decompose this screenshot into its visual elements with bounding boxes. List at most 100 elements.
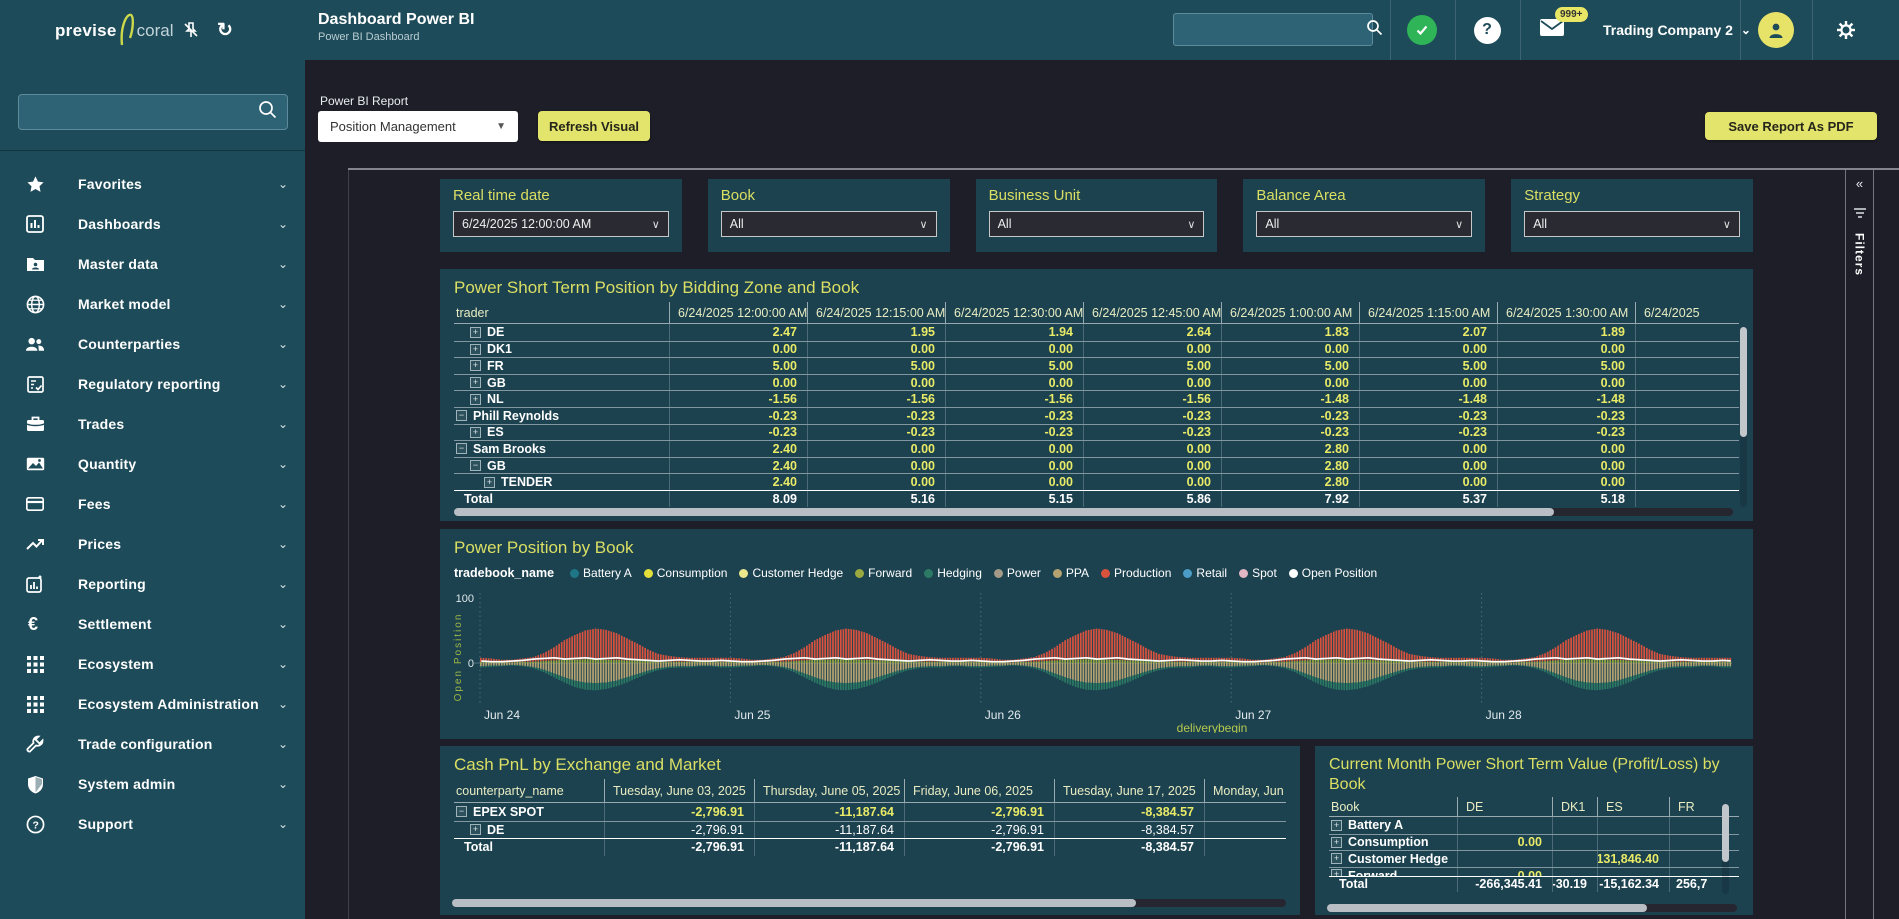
table-row[interactable]: +ES-0.23-0.23-0.23-0.23-0.23-0.23-0.23: [454, 424, 1739, 441]
refresh-visual-button[interactable]: Refresh Visual: [538, 111, 650, 141]
chart-plot-area[interactable]: 1000Jun 24Jun 25Jun 26Jun 27Jun 28delive…: [452, 585, 1741, 733]
legend-item-spot[interactable]: Spot: [1239, 566, 1277, 580]
column-header[interactable]: Book: [1329, 797, 1457, 816]
status-check-icon[interactable]: [1401, 0, 1443, 60]
expand-row-icon[interactable]: +: [1331, 820, 1342, 831]
column-header[interactable]: Thursday, June 05, 2025: [754, 779, 904, 802]
legend-item-hedging[interactable]: Hedging: [924, 566, 982, 580]
table-total-row[interactable]: Total-2,796.91-11,187.64-2,796.91-8,384.…: [454, 838, 1286, 856]
table-row[interactable]: +DE2.471.951.942.641.832.071.89: [454, 324, 1739, 341]
table-row[interactable]: +Battery A: [1329, 817, 1739, 834]
sidebar-search-input[interactable]: [19, 104, 258, 120]
table-row[interactable]: +Forward0.00: [1329, 867, 1739, 876]
vertical-scrollbar[interactable]: [1722, 804, 1729, 894]
slicer-dropdown[interactable]: All∨: [989, 211, 1205, 237]
sidebar-item-trade-configuration[interactable]: Trade configuration⌄: [0, 724, 305, 764]
slicer-dropdown[interactable]: All∨: [1256, 211, 1472, 237]
column-header[interactable]: 6/24/2025: [1635, 302, 1717, 323]
legend-item-forward[interactable]: Forward: [855, 566, 912, 580]
user-avatar[interactable]: [1756, 0, 1796, 60]
column-header[interactable]: 6/24/2025 12:00:00 AM: [669, 302, 807, 323]
horizontal-scrollbar[interactable]: [452, 899, 1286, 907]
table-row[interactable]: −EPEX SPOT-2,796.91-11,187.64-2,796.91-8…: [454, 803, 1286, 821]
sidebar-item-dashboards[interactable]: Dashboards⌄: [0, 204, 305, 244]
column-header[interactable]: 6/24/2025 12:30:00 AM: [945, 302, 1083, 323]
table-total-row[interactable]: Total8.095.165.155.867.925.375.18: [454, 490, 1739, 507]
sidebar-item-ecosystem[interactable]: Ecosystem⌄: [0, 644, 305, 684]
table-row[interactable]: −GB2.400.000.000.002.800.000.00: [454, 457, 1739, 474]
expand-row-icon[interactable]: +: [470, 344, 481, 355]
global-search-input[interactable]: [1174, 22, 1366, 37]
table-row[interactable]: +GB0.000.000.000.000.000.000.00: [454, 374, 1739, 391]
column-header[interactable]: 6/24/2025 12:45:00 AM: [1083, 302, 1221, 323]
column-header[interactable]: DE: [1457, 797, 1552, 816]
expand-row-icon[interactable]: +: [484, 477, 495, 488]
column-header[interactable]: Tuesday, June 17, 2025: [1054, 779, 1204, 802]
sidebar-item-trades[interactable]: Trades⌄: [0, 404, 305, 444]
column-header[interactable]: 6/24/2025 1:00:00 AM: [1221, 302, 1359, 323]
expand-row-icon[interactable]: +: [1331, 869, 1342, 876]
column-header[interactable]: 6/24/2025 12:15:00 AM: [807, 302, 945, 323]
refresh-icon[interactable]: ↻: [212, 0, 238, 60]
help-icon[interactable]: ?: [1466, 0, 1508, 60]
expand-row-icon[interactable]: +: [470, 327, 481, 338]
sidebar-item-settlement[interactable]: €Settlement⌄: [0, 604, 305, 644]
column-header[interactable]: Friday, June 06, 2025: [904, 779, 1054, 802]
table-total-row[interactable]: Total-266,345.41-30.19-15,162.34256,7: [1329, 876, 1739, 893]
table-row[interactable]: +DK10.000.000.000.000.000.000.00: [454, 341, 1739, 358]
slicer-dropdown[interactable]: 6/24/2025 12:00:00 AM∨: [453, 211, 669, 237]
sidebar-item-master-data[interactable]: Master data⌄: [0, 244, 305, 284]
table-row[interactable]: +NL-1.56-1.56-1.56-1.56-1.48-1.48-1.48: [454, 390, 1739, 407]
column-header[interactable]: 6/24/2025 1:30:00 AM: [1497, 302, 1635, 323]
unpin-sidebar-icon[interactable]: [178, 0, 204, 60]
table-row[interactable]: +Consumption0.00: [1329, 834, 1739, 851]
horizontal-scrollbar[interactable]: [454, 508, 1733, 516]
vertical-scrollbar[interactable]: [1740, 327, 1747, 507]
sidebar-item-counterparties[interactable]: Counterparties⌄: [0, 324, 305, 364]
legend-item-consumption[interactable]: Consumption: [644, 566, 728, 580]
collapse-row-icon[interactable]: −: [456, 410, 467, 421]
sidebar-item-reporting[interactable]: Reporting⌄: [0, 564, 305, 604]
table-row[interactable]: −Phill Reynolds-0.23-0.23-0.23-0.23-0.23…: [454, 407, 1739, 424]
sidebar-item-prices[interactable]: Prices⌄: [0, 524, 305, 564]
table-row[interactable]: +Customer Hedge131,846.40: [1329, 850, 1739, 867]
horizontal-scrollbar[interactable]: [1327, 904, 1737, 912]
expand-row-icon[interactable]: +: [470, 360, 481, 371]
collapse-row-icon[interactable]: −: [456, 443, 467, 454]
settings-gear-icon[interactable]: [1824, 0, 1868, 60]
sidebar-item-system-admin[interactable]: System admin⌄: [0, 764, 305, 804]
sidebar-item-ecosystem-administration[interactable]: Ecosystem Administration⌄: [0, 684, 305, 724]
expand-row-icon[interactable]: +: [1331, 853, 1342, 864]
sidebar-item-support[interactable]: ?Support⌄: [0, 804, 305, 844]
expand-filters-icon[interactable]: «: [1856, 176, 1863, 191]
save-report-pdf-button[interactable]: Save Report As PDF: [1705, 112, 1877, 140]
table-row[interactable]: +FR5.005.005.005.005.005.005.00: [454, 357, 1739, 374]
column-header[interactable]: trader: [454, 302, 669, 323]
company-selector[interactable]: Trading Company 2 ⌄: [1603, 0, 1751, 60]
column-header[interactable]: DK1: [1552, 797, 1597, 816]
column-header[interactable]: counterparty_name: [454, 779, 604, 802]
search-icon[interactable]: [258, 100, 287, 124]
collapse-row-icon[interactable]: −: [456, 806, 467, 817]
sidebar-item-favorites[interactable]: Favorites⌄: [0, 164, 305, 204]
table-row[interactable]: −Sam Brooks2.400.000.000.002.800.000.00: [454, 440, 1739, 457]
column-header[interactable]: Monday, Jun: [1204, 779, 1286, 802]
column-header[interactable]: ES: [1597, 797, 1669, 816]
report-select[interactable]: Position Management ▼: [318, 111, 518, 142]
sidebar-item-market-model[interactable]: Market model⌄: [0, 284, 305, 324]
table-row[interactable]: +DE-2,796.91-11,187.64-2,796.91-8,384.57: [454, 821, 1286, 839]
mail-icon[interactable]: 999+: [1530, 0, 1574, 60]
legend-item-ppa[interactable]: PPA: [1053, 566, 1089, 580]
legend-item-production[interactable]: Production: [1101, 566, 1171, 580]
expand-row-icon[interactable]: +: [1331, 837, 1342, 848]
column-header[interactable]: Tuesday, June 03, 2025: [604, 779, 754, 802]
expand-row-icon[interactable]: +: [470, 377, 481, 388]
expand-row-icon[interactable]: +: [470, 824, 481, 835]
legend-item-battery-a[interactable]: Battery A: [570, 566, 632, 580]
filters-pane-collapsed[interactable]: « Filters: [1845, 170, 1874, 919]
column-header[interactable]: FR: [1669, 797, 1747, 816]
collapse-row-icon[interactable]: −: [470, 460, 481, 471]
slicer-dropdown[interactable]: All∨: [721, 211, 937, 237]
expand-row-icon[interactable]: +: [470, 394, 481, 405]
legend-item-retail[interactable]: Retail: [1183, 566, 1227, 580]
